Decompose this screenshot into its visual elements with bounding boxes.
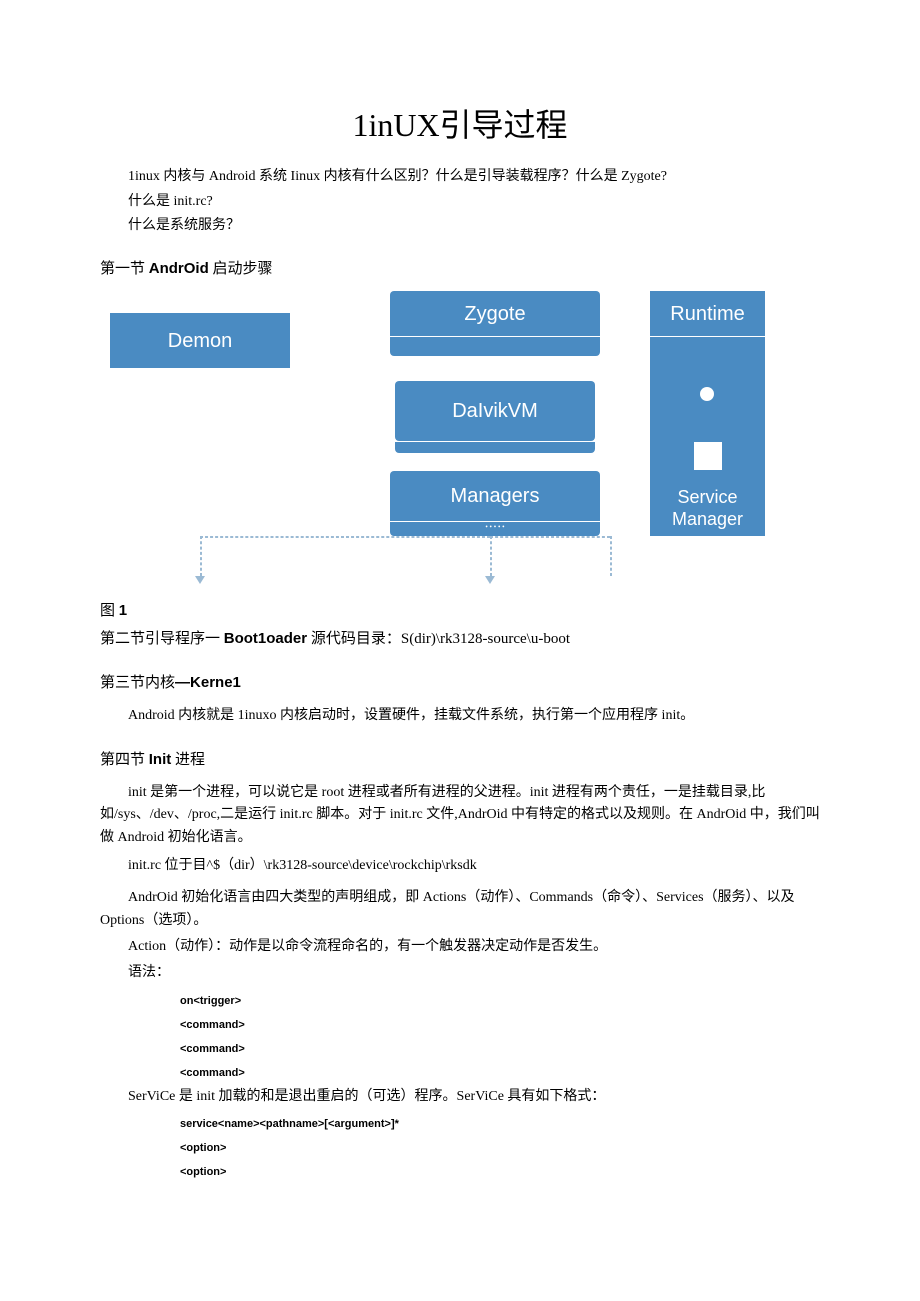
diagram-runtime-column [650, 336, 765, 481]
section-4-p1: init 是第一个进程，可以说它是 root 进程或者所有进程的父进程。init… [100, 782, 820, 849]
section-3-prefix: 第三节内核 [100, 675, 175, 691]
diagram-dash-1 [200, 536, 202, 576]
section-4-suffix: 进程 [171, 752, 205, 768]
diagram-box-runtime: Runtime [650, 291, 765, 336]
intro-line-3: 什么是系统服务？ [128, 215, 820, 237]
intro-line-1: 1inux 内核与 Android 系统 Iinux 内核有什么区别？什么是引导… [128, 166, 820, 188]
diagram-dash-5 [610, 536, 612, 576]
section-4-p2: init.rc 位于目^$（dir）\rk3128-source\device\… [128, 855, 820, 877]
code1-l3: <command> [180, 1037, 820, 1061]
section-1-suffix: 启动步骤 [209, 261, 273, 277]
diagram-manager-label: Manager [672, 509, 743, 531]
section-3-body: Android 内核就是 1inuxo 内核启动时，设置硬件，挂载文件系统，执行… [128, 705, 820, 727]
section-1-bold: AndrOid [149, 260, 209, 277]
section-3-header: 第三节内核—Kerne1 [100, 671, 820, 695]
diagram-sep-dalvik [395, 441, 595, 453]
diagram-sep-managers: • • • • • [390, 521, 600, 536]
diagram-box-zygote: Zygote [390, 291, 600, 336]
section-3-bold: —Kerne1 [175, 674, 241, 691]
section-4-bold: Init [149, 751, 172, 768]
code-block-2: service<name><pathname>[<argument>]* <op… [180, 1112, 820, 1185]
diagram-dash-4 [490, 536, 610, 538]
figure-1-label: 图 1 [100, 599, 820, 623]
code-block-1: on<trigger> <command> <command> <command… [180, 989, 820, 1086]
diagram-service-label: Service [677, 487, 737, 509]
code1-l2: <command> [180, 1013, 820, 1037]
section-4-header: 第四节 Init 进程 [100, 748, 820, 772]
android-boot-diagram: Demon Zygote DaIvikVM Managers • • • • •… [100, 291, 820, 591]
diagram-dash-3 [490, 536, 492, 576]
section-1-header: 第一节 AndrOid 启动步骤 [100, 257, 820, 281]
section-4-prefix: 第四节 [100, 752, 149, 768]
section-4-p5: 语法： [128, 962, 820, 984]
code1-l4: <command> [180, 1061, 820, 1085]
diagram-box-demon: Demon [110, 313, 290, 368]
figure-1-bold: 1 [119, 602, 127, 619]
diagram-arrow-2 [485, 576, 495, 584]
code2-l2: <option> [180, 1136, 820, 1160]
diagram-box-managers: Managers [390, 471, 600, 521]
section-4-p3: AndrOid 初始化语言由四大类型的声明组成，即 Actions（动作）、Co… [100, 887, 820, 932]
diagram-dash-2 [200, 536, 490, 538]
diagram-arrow-1 [195, 576, 205, 584]
section-4-p4: Action（动作）：动作是以命令流程命名的，有一个触发器决定动作是否发生。 [128, 936, 820, 958]
intro-line-2: 什么是 init.rc? [128, 191, 820, 213]
diagram-box-service-manager: Service Manager [650, 481, 765, 536]
diagram-sep-zygote [390, 336, 600, 356]
diagram-square-icon [694, 442, 722, 470]
code2-l3: <option> [180, 1160, 820, 1184]
code2-l1: service<name><pathname>[<argument>]* [180, 1112, 820, 1136]
section-2-header: 第二节引导程序一 Boot1oader 源代码目录：S(dir)\rk3128-… [100, 627, 820, 651]
diagram-box-dalvik: DaIvikVM [395, 381, 595, 441]
section-1-prefix: 第一节 [100, 261, 149, 277]
section-2-suffix: 源代码目录：S(dir)\rk3128-source\u-boot [307, 631, 570, 647]
figure-1-prefix: 图 [100, 603, 119, 619]
section-2-bold: Boot1oader [224, 630, 307, 647]
page-title: 1inUX引导过程 [100, 100, 820, 151]
section-2-prefix: 第二节引导程序一 [100, 631, 224, 647]
code1-l1: on<trigger> [180, 989, 820, 1013]
section-4-p6: SerViCe 是 init 加载的和是退出重启的（可选）程序。SerViCe … [128, 1086, 820, 1108]
diagram-dot-icon [700, 387, 714, 401]
